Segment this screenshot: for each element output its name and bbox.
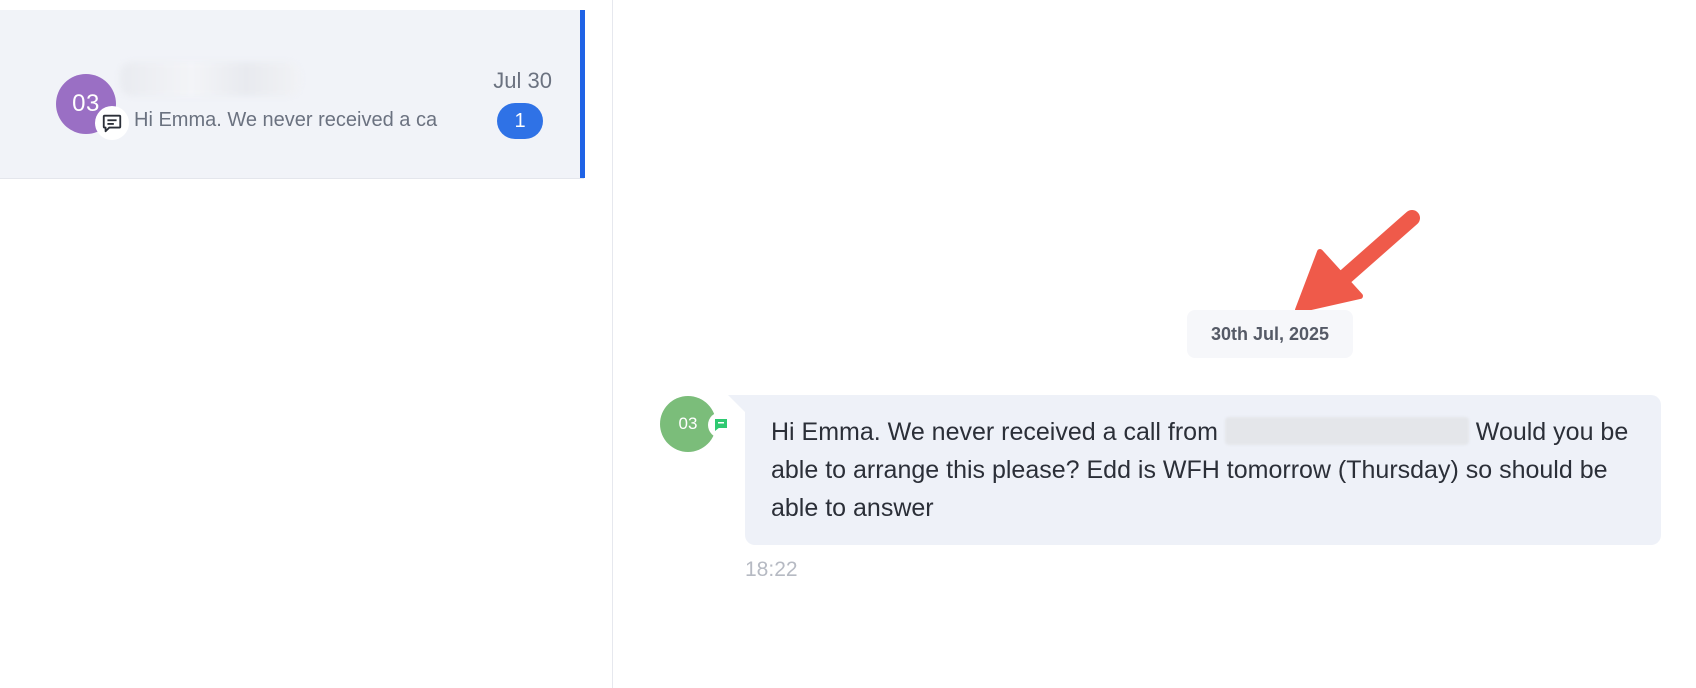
conversation-list-item[interactable]: 03 Hi Emma. We never received a ca Jul 3… xyxy=(0,10,584,179)
message-text-part: Hi Emma. We never received a call from xyxy=(771,418,1225,446)
message-thread-pane xyxy=(614,0,1696,688)
unread-count-badge: 1 xyxy=(497,103,543,139)
redacted-name xyxy=(1224,417,1469,445)
message-timestamp: 18:22 xyxy=(745,558,798,581)
message-text: Hi Emma. We never received a call from W… xyxy=(771,413,1631,527)
conversation-preview: Hi Emma. We never received a ca xyxy=(134,109,438,131)
annotation-arrow-icon xyxy=(1295,210,1420,313)
chat-bubble-icon xyxy=(95,106,129,140)
avatar-initials: 03 xyxy=(72,90,100,117)
date-separator: 30th Jul, 2025 xyxy=(1187,310,1353,358)
avatar-initials: 03 xyxy=(678,414,698,433)
contact-name-redacted xyxy=(120,62,300,96)
conversation-date: Jul 30 xyxy=(493,68,552,93)
active-indicator xyxy=(580,10,585,178)
message-bubble: Hi Emma. We never received a call from W… xyxy=(745,395,1661,545)
conversation-list-pane: 03 Hi Emma. We never received a ca Jul 3… xyxy=(0,0,613,688)
messaging-app: 03 Hi Emma. We never received a ca Jul 3… xyxy=(0,0,1696,688)
